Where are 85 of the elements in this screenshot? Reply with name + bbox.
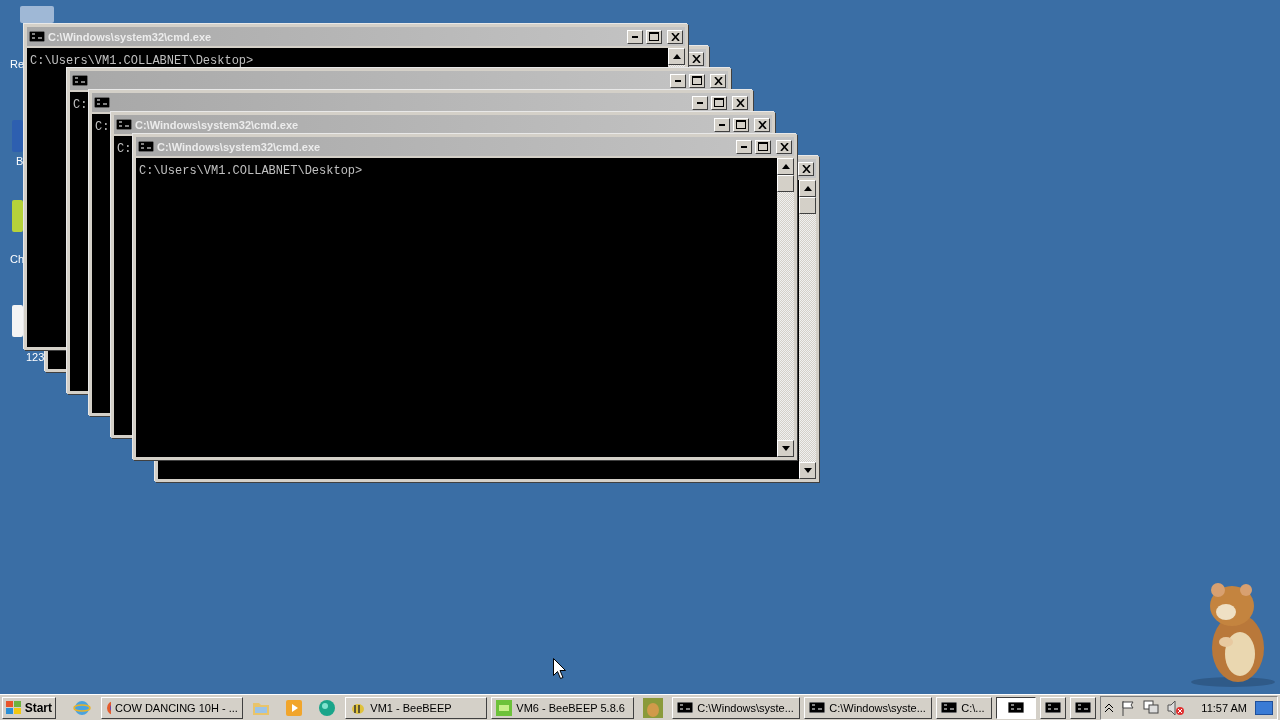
sphere-icon	[317, 698, 336, 717]
close-button[interactable]	[667, 29, 683, 44]
scrollbar[interactable]	[799, 180, 816, 479]
console-icon	[809, 702, 826, 713]
scrollbar[interactable]	[777, 158, 794, 457]
close-icon	[757, 120, 767, 129]
maximize-button[interactable]	[646, 29, 662, 44]
task-button[interactable]: COW DANCING 10H - ...	[100, 696, 243, 719]
console-text: C:	[95, 120, 110, 134]
console-text: C:\Users\VM1.COLLABNET\Desktop>	[30, 54, 254, 68]
window-title: C:\Windows\system32\cmd.exe	[135, 118, 299, 131]
scroll-up-button[interactable]	[799, 180, 816, 197]
console-icon	[1045, 702, 1062, 713]
close-icon	[779, 142, 789, 151]
flag-icon[interactable]	[1121, 699, 1136, 716]
maximize-button[interactable]	[755, 139, 771, 154]
icon-label: 123	[26, 351, 45, 363]
scrollbar-thumb[interactable]	[799, 197, 816, 214]
close-icon	[713, 76, 723, 85]
close-button[interactable]	[732, 95, 748, 110]
task-button[interactable]: VM6 - BeeBEEP 5.8.6	[491, 696, 635, 719]
minimize-button[interactable]	[692, 95, 708, 110]
cursor-icon	[553, 658, 566, 679]
console-icon	[1008, 702, 1025, 713]
maximize-icon	[649, 32, 659, 41]
minimize-icon	[741, 145, 747, 148]
start-button[interactable]: Start	[2, 696, 56, 719]
console-icon	[677, 702, 694, 713]
globe-icon	[73, 698, 92, 717]
window-title: C:\Windows\system32\cmd.exe	[157, 140, 321, 153]
network-icon[interactable]	[1143, 699, 1160, 716]
task-button[interactable]: VM1 - BeeBEEP	[345, 696, 488, 719]
minimize-icon	[675, 79, 681, 82]
minimize-icon	[719, 123, 725, 126]
minimize-button[interactable]	[670, 73, 686, 88]
maximize-icon	[758, 142, 768, 151]
close-icon	[801, 164, 811, 173]
scroll-down-button[interactable]	[799, 462, 816, 479]
clock[interactable]: 11:57 AM	[1201, 701, 1247, 714]
minimize-button[interactable]	[627, 29, 643, 44]
maximize-icon	[736, 120, 746, 129]
task-button[interactable]: C:\Windows\syste...	[804, 696, 933, 719]
icon-label: B	[16, 155, 24, 167]
minimize-button[interactable]	[736, 139, 752, 154]
minimize-icon	[632, 35, 638, 38]
task-button[interactable]: C:\...	[936, 696, 993, 719]
minimize-icon	[697, 101, 703, 104]
play-icon	[285, 698, 304, 717]
console-text: C:	[117, 142, 132, 156]
down-arrow-icon	[803, 468, 812, 473]
close-button[interactable]	[710, 73, 726, 88]
close-button[interactable]	[754, 117, 770, 132]
up-arrow-icon	[781, 164, 790, 169]
close-icon	[735, 98, 745, 107]
close-icon	[691, 54, 701, 63]
maximize-icon	[692, 76, 702, 85]
down-arrow-icon	[781, 446, 790, 451]
maximize-button[interactable]	[689, 73, 705, 88]
console-text: C:	[73, 98, 88, 112]
close-icon	[670, 32, 680, 41]
close-button[interactable]	[776, 139, 792, 154]
console-icon	[941, 702, 958, 713]
task-button[interactable]	[996, 696, 1037, 719]
maximize-button[interactable]	[711, 95, 727, 110]
maximize-icon	[714, 98, 724, 107]
icon-label: Re	[10, 58, 25, 70]
maximize-button[interactable]	[733, 117, 749, 132]
minimize-button[interactable]	[714, 117, 730, 132]
scroll-up-button[interactable]	[668, 48, 685, 65]
scroll-up-button[interactable]	[777, 158, 794, 175]
console-text: C:\Users\VM1.COLLABNET\Desktop>	[139, 164, 363, 178]
up-arrow-icon	[672, 54, 681, 59]
close-button[interactable]	[798, 161, 814, 176]
scrollbar-thumb[interactable]	[777, 175, 794, 192]
show-desktop-icon[interactable]	[1255, 700, 1273, 715]
icon-label: Ch	[10, 253, 25, 265]
speaker-muted-icon[interactable]	[1167, 699, 1186, 716]
scroll-down-button[interactable]	[777, 440, 794, 457]
console-icon	[1075, 702, 1092, 713]
start-logo-icon	[6, 700, 22, 715]
app-icon	[496, 699, 513, 716]
chevron-icon[interactable]	[1105, 702, 1114, 713]
task-button[interactable]: C:\Windows\syste...	[672, 696, 801, 719]
window-title: C:\Windows\system32\cmd.exe	[48, 30, 212, 43]
up-arrow-icon	[803, 186, 812, 191]
